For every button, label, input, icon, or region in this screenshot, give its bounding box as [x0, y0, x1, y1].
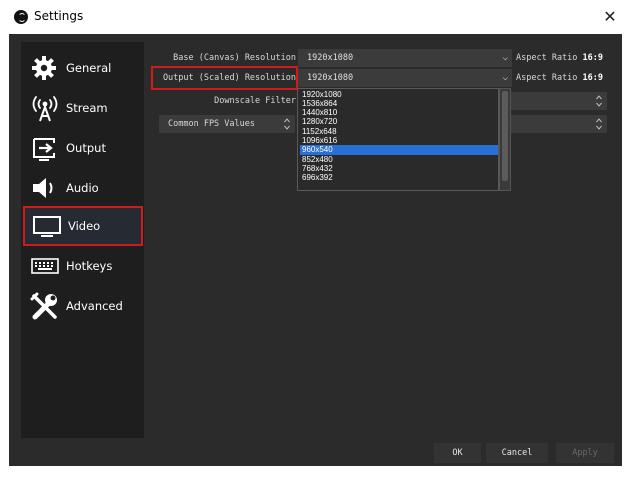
- tools-icon: [30, 292, 57, 320]
- downscale-filter-label: Downscale Filter: [214, 96, 296, 106]
- fps-type-select[interactable]: Common FPS Values: [159, 115, 295, 133]
- close-button[interactable]: ✕: [598, 6, 622, 28]
- up-down-arrows-icon: [596, 95, 602, 107]
- sidebar-item-audio[interactable]: Audio: [21, 168, 144, 208]
- output-resolution-select[interactable]: 1920x1080 ⌵: [298, 69, 512, 87]
- keyboard-icon: [31, 258, 59, 274]
- sidebar-item-output[interactable]: Output: [21, 128, 144, 168]
- window-title: Settings: [34, 9, 84, 23]
- sidebar-item-video[interactable]: Video: [23, 206, 143, 246]
- antenna-icon: [32, 96, 58, 122]
- output-aspect-ratio: Aspect Ratio 16:9: [516, 73, 604, 83]
- cancel-button[interactable]: Cancel: [486, 443, 548, 463]
- resolution-dropdown-list: 1920x1080 1536x864 1440x810 1280x720 115…: [297, 88, 499, 191]
- output-label-highlight: [151, 66, 298, 90]
- sidebar-item-label: Hotkeys: [66, 259, 113, 273]
- base-resolution-label: Base (Canvas) Resolution: [173, 53, 296, 63]
- dropdown-option[interactable]: 696x392: [300, 173, 498, 182]
- dropdown-scrollbar[interactable]: [499, 88, 511, 191]
- base-resolution-value: 1920x1080: [307, 53, 354, 63]
- speaker-icon: [33, 178, 53, 198]
- sidebar-item-label: Audio: [66, 181, 99, 195]
- sidebar-item-label: Video: [68, 219, 101, 233]
- up-down-arrows-icon: [284, 118, 290, 130]
- dropdown-option[interactable]: 1536x864: [300, 99, 498, 108]
- sidebar-item-label: Output: [66, 141, 106, 155]
- up-down-arrows-icon: [596, 118, 602, 130]
- gear-icon: [32, 56, 56, 80]
- output-resolution-value: 1920x1080: [307, 73, 354, 83]
- dropdown-option[interactable]: 1280x720: [300, 117, 498, 126]
- dropdown-option[interactable]: 1096x616: [300, 136, 498, 145]
- scrollbar-thumb[interactable]: [502, 91, 508, 181]
- base-resolution-select[interactable]: 1920x1080 ⌵: [298, 49, 512, 67]
- dropdown-option[interactable]: 1152x648: [300, 127, 498, 136]
- title-bar: Settings ✕: [0, 0, 631, 34]
- chevron-down-icon: ⌵: [502, 53, 508, 63]
- ok-button[interactable]: OK: [434, 443, 481, 463]
- sidebar-item-label: Advanced: [66, 299, 123, 313]
- fps-type-value: Common FPS Values: [168, 119, 255, 129]
- sidebar-item-advanced[interactable]: Advanced: [21, 286, 144, 326]
- dropdown-option-selected[interactable]: 960x540: [300, 145, 498, 155]
- dropdown-option[interactable]: 852x480: [300, 155, 498, 164]
- output-icon: [33, 138, 55, 161]
- dropdown-option[interactable]: 1920x1080: [300, 90, 498, 99]
- dropdown-option[interactable]: 1440x810: [300, 108, 498, 117]
- monitor-icon: [33, 216, 61, 237]
- obs-logo-icon: [14, 10, 28, 24]
- base-aspect-ratio: Aspect Ratio 16:9: [516, 53, 604, 63]
- sidebar-item-hotkeys[interactable]: Hotkeys: [21, 246, 144, 286]
- chevron-down-icon: ⌵: [502, 73, 508, 83]
- dropdown-option[interactable]: 768x432: [300, 164, 498, 173]
- apply-button[interactable]: Apply: [556, 443, 614, 463]
